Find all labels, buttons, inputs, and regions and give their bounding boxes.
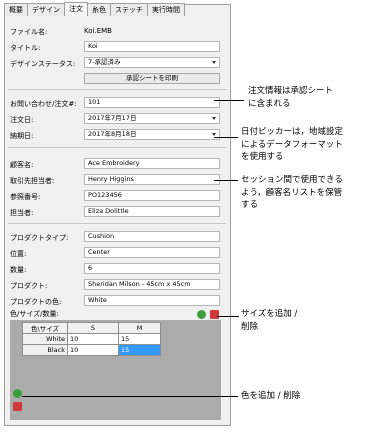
order-date-value: 2017年7月17日	[88, 114, 137, 122]
tab-overview[interactable]: 概要	[4, 3, 28, 16]
callout-line	[214, 100, 244, 101]
dropdown-arrow-icon	[212, 133, 216, 136]
callout-line	[22, 396, 238, 397]
rep-label: 担当者:	[10, 209, 34, 217]
contact-label: 取引先担当者:	[10, 177, 55, 185]
product-type-label: プロダクトタイプ:	[10, 234, 69, 242]
quantity-label: 数量:	[10, 266, 27, 274]
add-size-icon[interactable]	[197, 310, 206, 319]
color-size-grid: 色\サイズ S M White 10 15 Black 10 15	[22, 322, 161, 356]
customer-name-label: 顧客名:	[10, 161, 34, 169]
grid-column-header: S	[67, 322, 119, 334]
dropdown-arrow-icon	[212, 117, 216, 120]
delete-color-icon[interactable]	[13, 402, 22, 411]
design-status-value: 7-承認済み	[88, 58, 121, 66]
grid-cell[interactable]: 10	[67, 344, 119, 356]
delete-size-icon[interactable]	[210, 310, 219, 319]
inquiry-label: お問い合わせ/注文#:	[10, 100, 77, 108]
divider	[8, 147, 226, 148]
design-status-select[interactable]: 7-承認済み	[84, 57, 220, 68]
filename-label: ファイル名:	[10, 28, 48, 36]
delivery-date-picker[interactable]: 2017年8月18日	[84, 129, 220, 140]
order-date-picker[interactable]: 2017年7月17日	[84, 113, 220, 124]
order-date-label: 注文日:	[10, 116, 34, 124]
callout-line	[217, 316, 239, 317]
annotation-size-add: サイズを追加 / 削除	[241, 309, 298, 332]
tab-design[interactable]: デザイン	[27, 3, 65, 16]
divider	[8, 223, 226, 224]
product-label: プロダクト:	[10, 282, 48, 290]
grid-cell[interactable]: 15	[118, 333, 161, 345]
grid-row-header: Black	[22, 344, 68, 356]
quantity-input[interactable]: 6	[84, 263, 220, 274]
delivery-date-value: 2017年8月18日	[88, 130, 137, 138]
filename-value: Koi.EMB	[84, 27, 112, 35]
product-type-input[interactable]: Cushion	[84, 231, 220, 242]
grid-corner: 色\サイズ	[22, 322, 68, 334]
annotation-customer-list: セッション間で使用できる よう，顧客名リストを保管 する	[241, 175, 343, 210]
tab-order[interactable]: 注文	[64, 2, 88, 16]
divider	[8, 89, 226, 90]
grid-row: Black 10 15	[22, 344, 161, 356]
product-color-input[interactable]: White	[84, 295, 220, 306]
grid-row: White 10 15	[22, 333, 161, 345]
print-approval-sheet-button[interactable]: 承認シートを印刷	[84, 73, 220, 84]
add-color-icon[interactable]	[13, 389, 22, 398]
annotation-color-add: 色を追加 / 削除	[241, 391, 301, 401]
customer-name-input[interactable]: Ace Embroidery	[84, 158, 220, 169]
callout-line	[214, 137, 238, 138]
rep-input[interactable]: Eliza Dolittle	[84, 206, 220, 217]
position-input[interactable]: Center	[84, 247, 220, 258]
product-input[interactable]: Sheridan Milson - 45cm x 45cm	[84, 279, 220, 290]
grid-cell-selected[interactable]: 15	[118, 344, 161, 356]
design-status-label: デザインステータス:	[10, 60, 76, 68]
callout-line	[214, 180, 238, 181]
grid-row-header: White	[22, 333, 68, 345]
tab-bar: 概要 デザイン 注文 糸色 ステッチ 実行時間	[4, 2, 185, 17]
grid-cell[interactable]: 10	[67, 333, 119, 345]
dropdown-arrow-icon	[212, 61, 216, 64]
delivery-date-label: 納期日:	[10, 132, 34, 140]
contact-input[interactable]: Henry Higgins	[84, 174, 220, 185]
reference-label: 参照番号:	[10, 193, 41, 201]
title-label: タイトル:	[10, 44, 41, 52]
annotation-order-info: 注文情報は承認シート に含まれる	[248, 86, 334, 109]
position-label: 位置:	[10, 250, 27, 258]
tab-stitches[interactable]: ステッチ	[110, 3, 148, 16]
inquiry-input[interactable]: 101	[84, 97, 220, 108]
title-input[interactable]: Koi	[84, 41, 220, 52]
tab-thread-colors[interactable]: 糸色	[87, 3, 111, 16]
annotation-date-picker: 日付ピッカーは，地域設定 によるデータフォーマット を使用する	[241, 127, 344, 162]
color-size-qty-label: 色/サイズ/数量:	[10, 310, 59, 318]
reference-input[interactable]: PO123456	[84, 190, 220, 201]
grid-column-header: M	[118, 322, 161, 334]
product-color-label: プロダクトの色:	[10, 298, 62, 306]
tab-runtime[interactable]: 実行時間	[147, 3, 185, 16]
